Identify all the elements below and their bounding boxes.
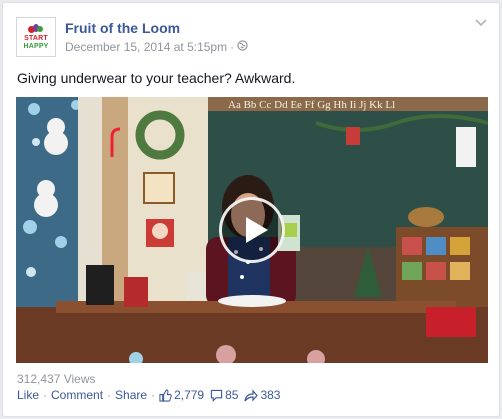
like-link[interactable]: Like xyxy=(17,388,39,402)
fruit-logo-icon xyxy=(26,23,46,34)
post-meta: December 15, 2014 at 5:15pm · xyxy=(65,40,248,54)
page-avatar[interactable]: START HAPPY xyxy=(16,17,56,57)
meta-separator: · xyxy=(230,40,235,54)
play-button[interactable] xyxy=(219,197,285,263)
shares-count: 383 xyxy=(260,388,281,402)
comments-stat[interactable]: 85 xyxy=(210,388,238,402)
post-timestamp[interactable]: December 15, 2014 at 5:15pm xyxy=(65,40,227,54)
action-separator: · xyxy=(151,388,156,402)
video-player[interactable]: Aa Bb Cc Dd Ee Ff Gg Hh Ii Jj Kk Ll xyxy=(16,97,488,363)
post-message: Giving underwear to your teacher? Awkwar… xyxy=(17,70,296,86)
shares-stat[interactable]: 383 xyxy=(244,388,280,402)
likes-count: 2,779 xyxy=(174,388,205,402)
comment-bubble-icon xyxy=(210,389,223,402)
likes-stat[interactable]: 2,779 xyxy=(159,388,204,402)
views-count: 312,437 Views xyxy=(17,372,96,386)
comments-count: 85 xyxy=(225,388,239,402)
share-arrow-icon xyxy=(244,388,259,402)
chevron-down-icon[interactable] xyxy=(475,19,487,31)
avatar-text-happy: HAPPY xyxy=(23,42,49,50)
chalkboard-text: Aa Bb Cc Dd Ee Ff Gg Hh Ii Jj Kk Ll xyxy=(228,99,395,111)
post-card: START HAPPY Fruit of the Loom December 1… xyxy=(2,2,500,417)
comment-link[interactable]: Comment xyxy=(51,388,103,402)
thumbs-up-icon xyxy=(159,388,172,402)
post-actions: Like · Comment · Share · 2,779 85 383 xyxy=(17,388,286,402)
page-name-link[interactable]: Fruit of the Loom xyxy=(65,20,180,36)
share-link[interactable]: Share xyxy=(115,388,147,402)
action-separator: · xyxy=(107,388,112,402)
globe-icon xyxy=(237,40,248,54)
avatar-text-start: START xyxy=(24,34,48,42)
action-separator: · xyxy=(43,388,48,402)
